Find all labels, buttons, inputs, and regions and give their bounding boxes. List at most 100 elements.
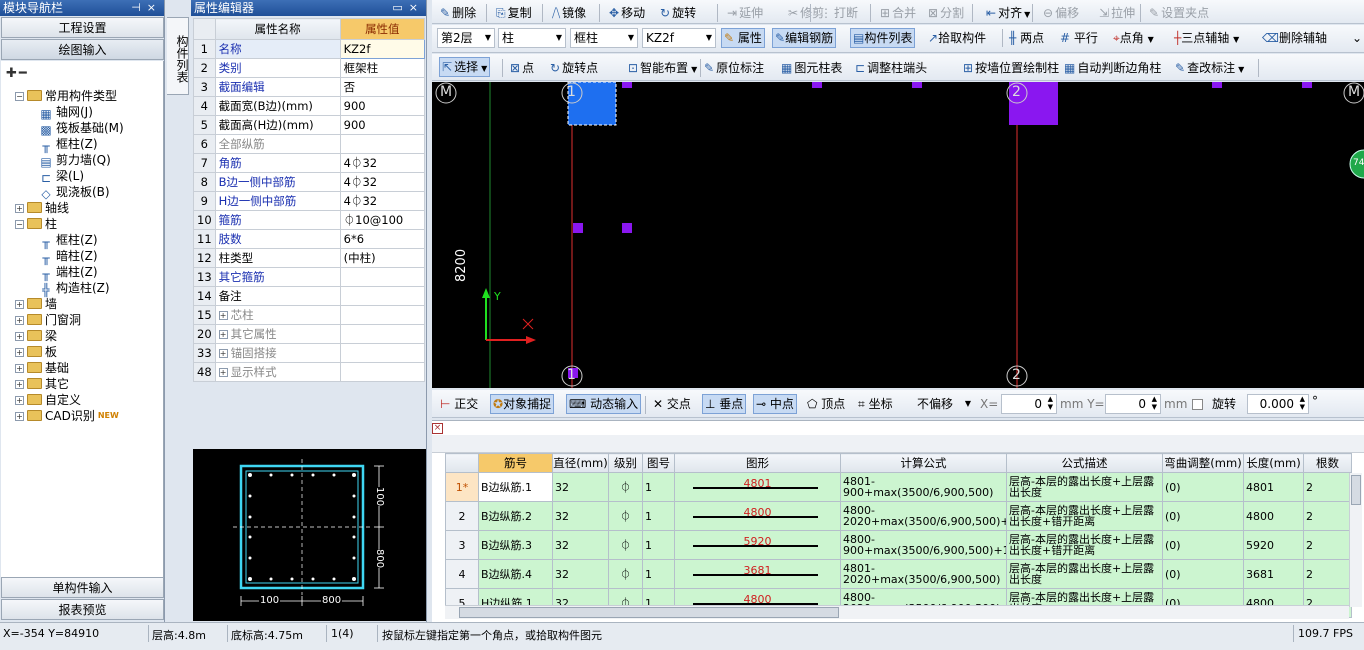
- expander-icon[interactable]: +: [15, 396, 24, 405]
- move-button[interactable]: ✥ 移动: [609, 4, 645, 22]
- rebar-count-cell[interactable]: 2: [1303, 559, 1352, 589]
- spin-icon[interactable]: ▲ ▼: [1048, 395, 1053, 411]
- property-value[interactable]: 6*6: [339, 229, 426, 249]
- tree-item[interactable]: + 其它: [15, 376, 69, 392]
- expander-icon[interactable]: +: [15, 348, 24, 357]
- set-grip-button[interactable]: ✎ 设置夹点: [1149, 4, 1209, 22]
- pick-component-button[interactable]: ↗拾取构件: [928, 29, 986, 47]
- property-row[interactable]: 6 全部纵筋: [193, 134, 426, 154]
- spin-icon[interactable]: ▲ ▼: [1152, 395, 1157, 411]
- property-row[interactable]: 5 截面高(H边)(mm) 900: [193, 115, 426, 135]
- parallel-aux-button[interactable]: # 平行: [1060, 29, 1098, 47]
- rebar-len-cell[interactable]: 4801: [1243, 472, 1304, 502]
- properties-button[interactable]: ✎ 属性: [721, 28, 765, 48]
- dynamic-input-button[interactable]: ⌨ 动态输入: [566, 394, 642, 414]
- property-value[interactable]: ⏀10@100: [339, 210, 426, 230]
- rebar-desc-cell[interactable]: 层高-本层的露出长度+上层露出长度: [1006, 472, 1163, 502]
- property-value[interactable]: 框架柱: [339, 58, 426, 78]
- column-table-button[interactable]: ▦ 图元柱表: [781, 59, 842, 77]
- rebar-row[interactable]: 2 B边纵筋.2 32 ⏀ 1 4800 4800-2020+max(3500/6,900,…: [445, 501, 1352, 531]
- tree-item[interactable]: ╬ 构造柱(Z): [39, 280, 109, 297]
- component-list-button[interactable]: ▤构件列表: [850, 28, 916, 48]
- expander-icon[interactable]: +: [15, 412, 24, 421]
- tree-item[interactable]: ▤ 剪力墙(Q): [39, 152, 110, 169]
- tree-item[interactable]: + 门窗洞: [15, 312, 81, 328]
- coordinate-snap-button[interactable]: ⌗ 坐标: [858, 395, 893, 413]
- rebar-fig-cell[interactable]: 1: [642, 472, 675, 502]
- property-row[interactable]: 9 H边一侧中部筋 4⏀32: [193, 191, 426, 211]
- property-value[interactable]: [339, 343, 426, 363]
- expander-icon[interactable]: +: [15, 364, 24, 373]
- adjust-column-end-button[interactable]: ⊏ 调整柱端头: [855, 59, 927, 77]
- draw-column-by-wall-button[interactable]: ⊞ 按墙位置绘制柱: [963, 59, 1059, 77]
- delete-aux-button[interactable]: ⌫删除辅轴: [1262, 29, 1327, 47]
- canvas-badge[interactable]: 74: [1353, 158, 1364, 168]
- property-row[interactable]: 3 截面编辑 否: [193, 77, 426, 97]
- expander-icon[interactable]: −: [15, 92, 24, 101]
- point-button[interactable]: ⊠ 点: [510, 59, 534, 77]
- toolbar-overflow-button[interactable]: ⌄: [1352, 29, 1362, 47]
- close-icon[interactable]: ×: [409, 1, 424, 14]
- rebar-bend-cell[interactable]: (0): [1162, 559, 1244, 589]
- tree-item[interactable]: ▩ 筏板基础(M): [39, 120, 123, 137]
- extend-button[interactable]: ⇥ 延伸: [727, 4, 763, 22]
- rebar-column-header[interactable]: 长度(mm): [1243, 453, 1304, 473]
- rebar-name-cell[interactable]: B边纵筋.4: [478, 559, 553, 589]
- rebar-dia-cell[interactable]: 32: [552, 559, 609, 589]
- expander-icon[interactable]: −: [15, 220, 24, 229]
- tree-item[interactable]: + 墙: [15, 296, 57, 312]
- tree-item[interactable]: ╥ 框柱(Z): [39, 136, 97, 153]
- property-value[interactable]: 否: [339, 77, 426, 97]
- property-value[interactable]: [339, 267, 426, 287]
- rebar-len-cell[interactable]: 3681: [1243, 559, 1304, 589]
- ortho-button[interactable]: ⊢ 正交: [440, 395, 478, 413]
- rotate-input[interactable]: 0.000 ▲ ▼: [1247, 394, 1309, 414]
- floor-select[interactable]: 第2层 ▼: [437, 28, 495, 48]
- rebar-grade-cell[interactable]: ⏀: [608, 472, 643, 502]
- expander-icon[interactable]: +: [15, 332, 24, 341]
- tree-item[interactable]: + 梁: [15, 328, 57, 344]
- rebar-name-cell[interactable]: B边纵筋.1: [478, 472, 553, 502]
- rebar-formula-cell[interactable]: 4800-2020+max(3500/6,900,500)+1*35*d: [840, 501, 1007, 531]
- rebar-desc-cell[interactable]: 层高-本层的露出长度+上层露出长度+错开距离: [1006, 501, 1163, 531]
- property-row[interactable]: 4 截面宽(B边)(mm) 900: [193, 96, 426, 116]
- tree-item[interactable]: − 柱: [15, 216, 57, 232]
- property-value[interactable]: [339, 305, 426, 325]
- rebar-formula-cell[interactable]: 4801-2020+max(3500/6,900,500): [840, 559, 1007, 589]
- tree-item[interactable]: + 基础: [15, 360, 69, 376]
- property-row[interactable]: 1 名称 KZ2f: [193, 39, 426, 59]
- expander-icon[interactable]: +: [15, 316, 24, 325]
- tree-item[interactable]: ⊏ 梁(L): [39, 168, 84, 185]
- rotate-checkbox[interactable]: [1192, 399, 1203, 410]
- component-name-select[interactable]: KZ2f ▼: [642, 28, 716, 48]
- trim-button[interactable]: ✂ 修剪: [788, 4, 824, 22]
- rebar-shape-cell[interactable]: 3681: [674, 559, 841, 589]
- property-value[interactable]: [339, 324, 426, 344]
- tree-item[interactable]: ╥ 暗柱(Z): [39, 248, 97, 265]
- rebar-dia-cell[interactable]: 32: [552, 530, 609, 560]
- rebar-desc-cell[interactable]: 层高-本层的露出长度+上层露出长度: [1006, 559, 1163, 589]
- horizontal-scrollbar[interactable]: [445, 605, 1349, 619]
- edit-label-button[interactable]: ✎ 查改标注 ▼: [1175, 59, 1244, 77]
- rebar-bend-cell[interactable]: (0): [1162, 530, 1244, 560]
- rebar-shape-cell[interactable]: 4801: [674, 472, 841, 502]
- property-row[interactable]: 8 B边一侧中部筋 4⏀32: [193, 172, 426, 192]
- point-angle-aux-button[interactable]: ⌖点角 ▼: [1113, 29, 1154, 47]
- close-icon[interactable]: ×: [147, 1, 162, 14]
- edit-rebar-button[interactable]: ✎编辑钢筋: [772, 28, 837, 48]
- tree-item[interactable]: ▦ 轴网(J): [39, 104, 93, 121]
- property-value[interactable]: KZ2f: [339, 39, 426, 59]
- rebar-name-cell[interactable]: B边纵筋.3: [478, 530, 553, 560]
- rebar-shape-cell[interactable]: 4800: [674, 501, 841, 531]
- rebar-column-header[interactable]: 筋号: [478, 453, 553, 473]
- expand-icon[interactable]: +: [218, 311, 228, 320]
- type-select[interactable]: 柱 ▼: [498, 28, 566, 48]
- rebar-column-header[interactable]: 图形: [674, 453, 841, 473]
- rebar-row[interactable]: 4 B边纵筋.4 32 ⏀ 1 3681 4801-2020+max(3500/6,900,…: [445, 559, 1352, 589]
- rebar-column-header[interactable]: 级别: [608, 453, 643, 473]
- rebar-column-header[interactable]: 公式描述: [1006, 453, 1163, 473]
- close-icon[interactable]: ×: [432, 423, 443, 434]
- perpendicular-snap-button[interactable]: ⊥ 垂点: [702, 394, 747, 414]
- expander-icon[interactable]: +: [15, 300, 24, 309]
- single-component-input-button[interactable]: 单构件输入: [1, 577, 164, 598]
